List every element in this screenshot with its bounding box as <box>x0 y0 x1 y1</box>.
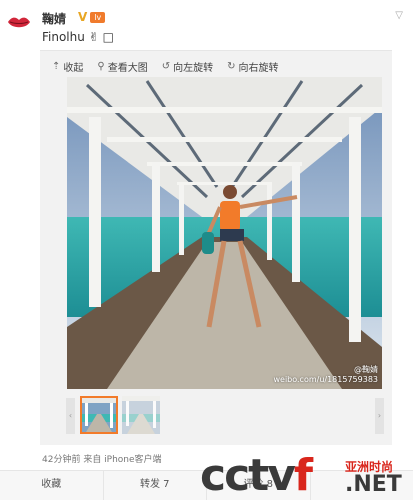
collapse-button[interactable]: ⇡ 收起 <box>52 59 83 74</box>
thumbnail-2-image <box>122 396 160 434</box>
rotate-left-label: 向左旋转 <box>173 63 214 74</box>
rotate-left-icon: ↺ <box>161 61 171 72</box>
post-photo[interactable]: @鞠婧 weibo.com/u/1815759383 <box>67 77 382 389</box>
rotate-right-icon: ↻ <box>227 61 236 72</box>
post-meta[interactable]: 42分钟前 来自 iPhone客户端 <box>42 452 162 465</box>
chevron-down-icon[interactable]: ▽ <box>395 10 403 21</box>
level-icon: lv <box>90 11 106 23</box>
victory-hand-icon: ✌ <box>88 30 99 44</box>
watermark-url: weibo.com/u/1815759383 <box>273 375 378 384</box>
lips-icon <box>8 17 30 28</box>
thumbnail-1-image <box>82 398 116 432</box>
photo-watermark: @鞠婧 weibo.com/u/1815759383 <box>273 365 378 385</box>
view-large-label: 查看大图 <box>107 63 148 74</box>
post-text-extra: □ <box>102 30 114 44</box>
avatar[interactable] <box>6 12 32 34</box>
view-large-button[interactable]: ⚲ 查看大图 <box>97 59 147 74</box>
media-toolbar: ⇡ 收起 ⚲ 查看大图 ↺ 向左旋转 ↻ 向右旋转 <box>52 59 279 74</box>
verified-icon: V <box>78 10 88 24</box>
post-text: Finolhu ✌ □ <box>42 30 114 44</box>
search-icon: ⚲ <box>97 61 105 72</box>
site-logo: cctvf 亚洲时尚 .NET <box>200 452 413 500</box>
favorite-button[interactable]: 收藏 <box>0 471 104 500</box>
user-badges: V lv <box>78 10 106 24</box>
rotate-left-button[interactable]: ↺ 向左旋转 <box>162 59 213 74</box>
thumb-prev-button[interactable]: ‹ <box>66 398 75 434</box>
user-name[interactable]: 鞠婧 <box>42 10 66 27</box>
rotate-right-label: 向右旋转 <box>238 63 279 74</box>
pier-photo-image <box>67 77 382 389</box>
repost-button[interactable]: 转发 7 <box>104 471 207 500</box>
logo-brand: cctvf <box>200 450 313 500</box>
upload-icon: ⇡ <box>52 61 61 72</box>
media-card: ⇡ 收起 ⚲ 查看大图 ↺ 向左旋转 ↻ 向右旋转 @鞠婧 weibo.com/… <box>40 50 392 445</box>
logo-brand-prefix: cctv <box>200 450 296 500</box>
logo-brand-f: f <box>293 450 313 500</box>
collapse-label: 收起 <box>63 63 84 74</box>
watermark-user: @鞠婧 <box>354 365 378 374</box>
thumbnail-1[interactable] <box>80 396 118 434</box>
thumbnail-strip: ‹ › <box>66 396 384 436</box>
thumb-next-button[interactable]: › <box>375 398 384 434</box>
rotate-right-button[interactable]: ↻ 向右旋转 <box>227 59 278 74</box>
logo-net: .NET <box>345 472 402 497</box>
thumbnail-2[interactable] <box>122 396 160 434</box>
post-text-body: Finolhu <box>42 30 85 44</box>
